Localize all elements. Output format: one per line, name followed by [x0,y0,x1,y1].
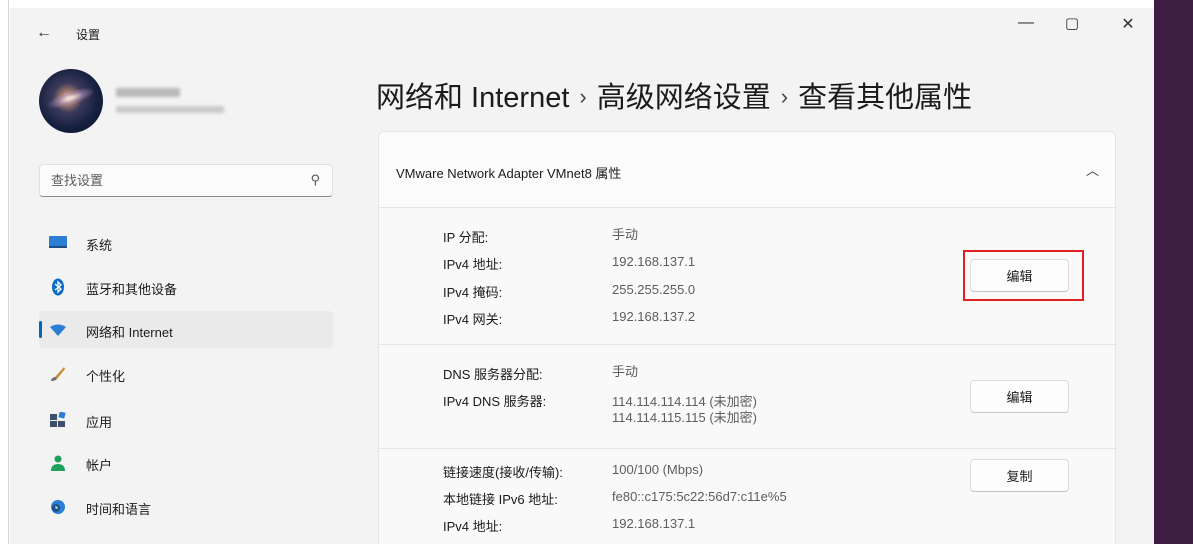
app-title: 设置 [76,28,101,42]
breadcrumb-network[interactable]: 网络和 Internet [376,82,569,114]
card-header[interactable]: VMware Network Adapter VMnet8 属性 ︿ [379,132,1115,208]
adapter-properties-card: VMware Network Adapter VMnet8 属性 ︿ IP 分配… [378,131,1116,544]
active-indicator [39,321,42,338]
ipv4-dns-value-1: 114.114.114.114 (未加密) [612,394,758,409]
person-icon [49,454,67,472]
sidebar-item-label: 系统 [86,238,113,253]
link-speed-label: 链接速度(接收/传输): [443,465,563,480]
close-button[interactable]: ✕ [1105,14,1151,34]
page-title: 查看其他属性 [798,82,973,114]
ipv4-address-label-2: IPv4 地址: [443,519,503,534]
edit-dns-button[interactable]: 编辑 [970,380,1069,413]
ip-assignment-value: 手动 [612,227,639,242]
link-local-ipv6-label: 本地链接 IPv6 地址: [443,492,558,507]
sidebar-item-label: 应用 [86,415,113,430]
globe-clock-icon [49,498,67,516]
ipv4-dns-value-2: 114.114.115.115 (未加密) [612,410,758,425]
window-top-edge [10,0,1154,8]
monitor-icon [49,234,67,252]
dns-settings-section: DNS 服务器分配: 手动 IPv4 DNS 服务器: 114.114.114.… [379,345,1115,449]
sidebar-item-label: 网络和 Internet [86,325,173,340]
ipv4-address-label: IPv4 地址: [443,257,503,272]
link-local-ipv6-value: fe80::c175:5c22:56d7:c11e%5 [612,489,787,504]
search-input[interactable] [40,165,290,196]
ipv4-address-value: 192.168.137.1 [612,254,696,269]
breadcrumb-advanced[interactable]: 高级网络设置 [597,82,771,114]
back-arrow-icon[interactable]: ← [36,24,52,42]
breadcrumb-separator: › [780,84,789,109]
sidebar-item-apps[interactable]: 应用 [39,401,333,438]
ipv4-mask-value: 255.255.255.0 [612,282,696,297]
sidebar-item-label: 帐户 [86,458,113,473]
sidebar-item-bluetooth[interactable]: 蓝牙和其他设备 [39,268,333,305]
minimize-button[interactable]: — [1003,14,1049,32]
link-speed-value: 100/100 (Mbps) [612,462,704,477]
dns-assignment-label: DNS 服务器分配: [443,367,543,382]
breadcrumb-separator: › [579,84,587,109]
dns-assignment-value: 手动 [612,364,639,379]
sidebar-item-label: 时间和语言 [86,502,152,517]
copy-button[interactable]: 复制 [970,459,1069,492]
annotation-highlight-box [963,250,1084,301]
sidebar-item-network[interactable]: 网络和 Internet [39,311,333,348]
card-title: VMware Network Adapter VMnet8 属性 [396,166,622,181]
link-info-section: 链接速度(接收/传输): 100/100 (Mbps) 本地链接 IPv6 地址… [379,449,1115,544]
profile-name-redacted [116,88,180,97]
sidebar-item-personalization[interactable]: 个性化 [39,355,333,392]
sidebar-item-system[interactable]: 系统 [39,224,333,261]
maximize-button[interactable]: ▢ [1049,14,1095,32]
search-icon[interactable]: ⚲ [310,172,320,188]
profile-email-redacted [116,106,224,113]
chevron-up-icon[interactable]: ︿ [1086,160,1099,179]
brush-icon [49,365,67,383]
wifi-icon [49,321,67,339]
breadcrumb: 网络和 Internet › 高级网络设置 › 查看其他属性 [376,74,972,116]
background-window-edge [0,0,9,544]
sidebar-item-label: 蓝牙和其他设备 [86,282,178,297]
ipv4-gateway-label: IPv4 网关: [443,312,503,327]
ipv4-gateway-value: 192.168.137.2 [612,309,696,324]
desktop-background [1154,0,1193,544]
avatar[interactable] [39,69,103,133]
ip-assignment-label: IP 分配: [443,230,489,245]
ipv4-mask-label: IPv4 掩码: [443,285,503,300]
bluetooth-icon [49,278,67,296]
apps-icon [49,411,67,429]
sidebar-item-label: 个性化 [86,369,126,384]
sidebar-item-accounts[interactable]: 帐户 [39,444,333,481]
ipv4-address-value-2: 192.168.137.1 [612,516,696,531]
ipv4-dns-label: IPv4 DNS 服务器: [443,394,547,409]
sidebar-item-time-language[interactable]: 时间和语言 [39,488,333,525]
search-box[interactable]: ⚲ [39,164,333,197]
